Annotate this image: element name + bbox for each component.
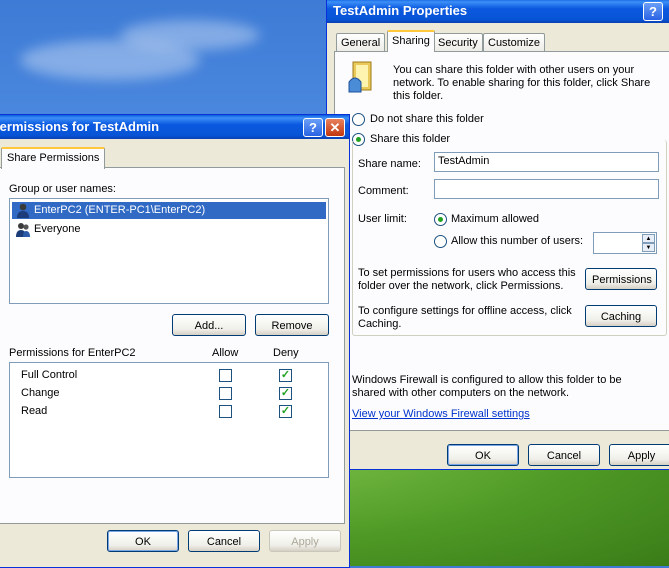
help-icon[interactable]: ?: [303, 118, 323, 137]
sharing-panel: You can share this folder with other use…: [334, 51, 669, 431]
full-control-allow-checkbox[interactable]: [219, 369, 232, 382]
do-not-share-radio[interactable]: [352, 113, 365, 126]
allow-number-label: Allow this number of users:: [451, 235, 584, 247]
list-item-everyone[interactable]: Everyone: [12, 221, 326, 238]
help-icon[interactable]: ?: [643, 2, 663, 21]
sharing-intro-text: You can share this folder with other use…: [393, 64, 651, 102]
properties-title: TestAdmin Properties: [333, 3, 468, 18]
desktop-cloud: [120, 20, 260, 50]
stepper-up-icon[interactable]: ▲: [642, 234, 655, 243]
permissions-apply-button[interactable]: Apply: [269, 530, 341, 552]
maximum-allowed-label: Maximum allowed: [451, 213, 540, 225]
maximum-allowed-radio[interactable]: [434, 213, 447, 226]
permissions-info-text: To set permissions for users who access …: [358, 267, 576, 292]
shared-folder-icon: [348, 61, 372, 93]
deny-column-header: Deny: [273, 347, 299, 359]
change-deny-checkbox[interactable]: ✓: [279, 387, 292, 400]
allow-number-radio[interactable]: [434, 235, 447, 248]
do-not-share-label: Do not share this folder: [370, 113, 484, 125]
user-list[interactable]: EnterPC2 (ENTER-PC1\EnterPC2) Everyone: [9, 198, 329, 304]
share-name-label: Share name:: [358, 158, 421, 170]
permissions-button[interactable]: Permissions: [585, 268, 657, 290]
close-icon[interactable]: ✕: [325, 118, 345, 137]
permissions-title: Permissions for TestAdmin: [0, 119, 160, 134]
properties-titlebar[interactable]: TestAdmin Properties: [327, 0, 669, 23]
firewall-settings-link[interactable]: View your Windows Firewall settings: [352, 408, 530, 420]
caching-info-text: To configure settings for offline access…: [358, 305, 572, 330]
list-item-enterpc2[interactable]: EnterPC2 (ENTER-PC1\EnterPC2): [12, 202, 326, 219]
allow-column-header: Allow: [212, 347, 239, 359]
tab-general[interactable]: General: [336, 33, 386, 52]
permissions-for-label: Permissions for EnterPC2: [9, 347, 136, 359]
properties-window: TestAdmin Properties ? General Sharing S…: [326, 0, 669, 470]
properties-ok-button[interactable]: OK: [447, 444, 519, 466]
permission-full-control: Full Control: [21, 369, 78, 381]
share-name-input[interactable]: TestAdmin: [434, 152, 659, 172]
list-item-label: EnterPC2 (ENTER-PC1\EnterPC2): [34, 204, 206, 216]
remove-user-button[interactable]: Remove: [255, 314, 329, 336]
properties-apply-button[interactable]: Apply: [609, 444, 669, 466]
full-control-deny-checkbox[interactable]: ✓: [279, 369, 292, 382]
permissions-titlebar[interactable]: Permissions for TestAdmin: [0, 115, 349, 139]
permissions-list: Full Control ✓ Change ✓ Read ✓: [9, 362, 329, 478]
add-user-button[interactable]: Add...: [172, 314, 246, 336]
permission-change: Change: [21, 387, 60, 399]
properties-cancel-button[interactable]: Cancel: [528, 444, 600, 466]
comment-label: Comment:: [358, 185, 409, 197]
tab-customize[interactable]: Customize: [483, 33, 545, 52]
group-names-label: Group or user names:: [9, 183, 116, 195]
group-icon: [16, 223, 30, 237]
share-permissions-panel: Group or user names: EnterPC2 (ENTER-PC1…: [0, 167, 345, 524]
permissions-window: Permissions for TestAdmin ? ✕ Share Perm…: [0, 114, 350, 568]
list-item-label: Everyone: [34, 223, 81, 235]
permission-read: Read: [21, 405, 48, 417]
user-icon: [17, 203, 29, 218]
read-allow-checkbox[interactable]: [219, 405, 232, 418]
user-limit-label: User limit:: [358, 213, 407, 225]
read-deny-checkbox[interactable]: ✓: [279, 405, 292, 418]
stepper-down-icon[interactable]: ▼: [642, 243, 655, 252]
caching-button[interactable]: Caching: [585, 305, 657, 327]
change-allow-checkbox[interactable]: [219, 387, 232, 400]
firewall-info-text: Windows Firewall is configured to allow …: [352, 374, 622, 399]
tab-sharing[interactable]: Sharing: [387, 30, 435, 52]
permissions-cancel-button[interactable]: Cancel: [188, 530, 260, 552]
tab-share-permissions[interactable]: Share Permissions: [1, 147, 106, 169]
permissions-ok-button[interactable]: OK: [107, 530, 179, 552]
comment-input[interactable]: [434, 179, 659, 199]
tab-security[interactable]: Security: [433, 33, 483, 52]
